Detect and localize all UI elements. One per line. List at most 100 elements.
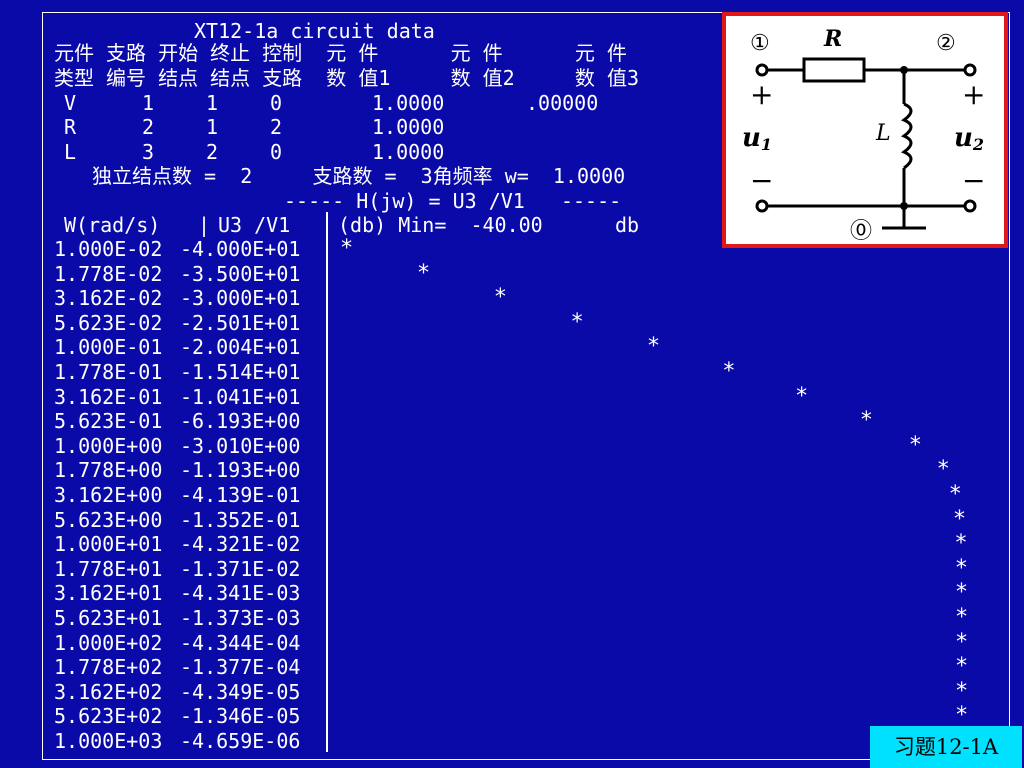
plot-marker: * bbox=[954, 580, 969, 606]
row-w-value: 1.778E+00 bbox=[54, 458, 163, 483]
u1-sub: 1 bbox=[761, 135, 772, 154]
row-h-value: -1.193E+00 bbox=[180, 458, 301, 483]
u2-sub: 2 bbox=[972, 135, 984, 154]
plot-marker: * bbox=[954, 531, 968, 557]
resistor-label: R bbox=[823, 26, 842, 52]
row-w-value: 3.162E+01 bbox=[54, 581, 163, 606]
hdr-ctrl: 控制 bbox=[262, 41, 303, 65]
branches-value: 3 bbox=[420, 164, 433, 188]
hdr-branch: 支路 bbox=[106, 41, 147, 65]
plot-marker: * bbox=[954, 703, 969, 729]
row-h-value: -4.659E-06 bbox=[180, 729, 301, 753]
element-start: 1 bbox=[206, 115, 219, 139]
plot-marker: * bbox=[952, 506, 967, 532]
plot-marker: * bbox=[340, 236, 354, 261]
plot-marker: * bbox=[936, 457, 950, 483]
u2-plus: + bbox=[962, 78, 985, 111]
row-h-value: -4.344E-04 bbox=[180, 630, 301, 655]
u2-letter: u bbox=[954, 123, 973, 153]
row-w-value: 3.162E-02 bbox=[54, 286, 163, 311]
element-branch: 1 bbox=[142, 91, 155, 115]
branches-label: 支路数 = bbox=[312, 164, 397, 188]
element-type-l: L bbox=[64, 140, 77, 164]
row-h-value: -4.341E-03 bbox=[180, 581, 301, 606]
hdr-start2: 结点 bbox=[158, 66, 199, 90]
u2-minus: − bbox=[962, 164, 985, 197]
plot-marker: * bbox=[646, 334, 661, 360]
hdr-branch2: 编号 bbox=[106, 66, 147, 90]
row-w-value: 5.623E-01 bbox=[54, 409, 163, 434]
plot-marker: * bbox=[954, 629, 969, 655]
hdr-val2: 数 值2 bbox=[450, 66, 515, 90]
hdr-end2: 结点 bbox=[210, 66, 251, 90]
element-branch: 3 bbox=[142, 140, 155, 164]
row-h-value: -3.000E+01 bbox=[180, 286, 301, 311]
hdr-ctrl2: 支路 bbox=[262, 66, 303, 90]
inductor-label: L bbox=[875, 121, 891, 146]
summary-line: 独立结点数 = 2 支路数 = 3角频率 w= 1.0000 bbox=[92, 164, 625, 188]
node-1-label: ① bbox=[750, 31, 770, 56]
row-w-value: 1.778E-02 bbox=[54, 261, 163, 286]
plot-marker: * bbox=[794, 383, 809, 409]
row-h-value: -4.321E-02 bbox=[180, 532, 301, 557]
transfer-function: ----- H(jw) = U3 /V1 ----- bbox=[284, 189, 622, 213]
row-w-value: 5.623E+02 bbox=[54, 704, 163, 729]
row-h-value: -6.193E+00 bbox=[180, 409, 301, 434]
plot-marker: * bbox=[948, 482, 962, 507]
hdr-start: 开始 bbox=[158, 41, 199, 65]
hdr-el3: 元 件 bbox=[574, 41, 627, 65]
hdr-type: 元件 bbox=[54, 41, 94, 65]
plot-marker: * bbox=[954, 654, 969, 680]
hdr-type2: 类型 bbox=[54, 66, 94, 90]
row-w-value: 5.623E+00 bbox=[54, 507, 163, 532]
row-w-value: 1.778E+01 bbox=[54, 556, 163, 581]
row-w-value: 5.623E+01 bbox=[54, 606, 163, 630]
plot-marker: * bbox=[954, 678, 969, 704]
row-h-value: -1.352E-01 bbox=[180, 507, 301, 532]
row-w-value: 1.000E+02 bbox=[54, 630, 163, 655]
element-value1: 1.0000 bbox=[372, 91, 445, 115]
row-h-value: -1.377E-04 bbox=[180, 655, 301, 680]
row-w-value: 3.162E+02 bbox=[54, 679, 163, 704]
col-header-db: (db) Min= -40.00 db bbox=[338, 213, 640, 237]
element-type-r: R bbox=[64, 115, 77, 139]
freq-label: 角频率 w= bbox=[432, 164, 529, 188]
element-type-v: V bbox=[64, 91, 77, 115]
row-h-value: -1.346E-05 bbox=[180, 704, 301, 729]
col-header-h: U3 /V1 bbox=[218, 213, 291, 237]
nodes-label: 独立结点数 = bbox=[92, 164, 217, 188]
element-branch: 2 bbox=[142, 115, 155, 139]
col-header-bar: | bbox=[198, 213, 211, 237]
row-h-value: -3.500E+01 bbox=[180, 261, 301, 286]
header-row-1: 元件 支路 开始 终止 控制 元 件 元 件 元 件 bbox=[54, 41, 627, 65]
hdr-el1: 元 件 bbox=[326, 41, 379, 65]
plot-marker: * bbox=[954, 605, 969, 630]
data-title: XT12-1a circuit data bbox=[194, 19, 435, 43]
circuit-svg: ① ② ⓪ R L + + − − u1 u2 bbox=[742, 26, 985, 244]
row-w-value: 1.778E+02 bbox=[54, 655, 163, 680]
row-h-value: -2.501E+01 bbox=[180, 310, 301, 335]
row-w-value: 1.778E-01 bbox=[54, 360, 163, 384]
row-h-value: -4.349E-05 bbox=[180, 679, 301, 704]
u1-plus: + bbox=[750, 78, 773, 111]
row-w-value: 3.162E-01 bbox=[54, 384, 163, 409]
u2-label: u2 bbox=[954, 123, 984, 154]
row-h-value: -1.514E+01 bbox=[180, 360, 301, 384]
row-h-value: -1.373E-03 bbox=[180, 606, 301, 630]
row-h-value: -3.010E+00 bbox=[180, 433, 301, 458]
nodes-value: 2 bbox=[240, 164, 253, 188]
row-w-value: 1.000E-01 bbox=[54, 335, 163, 360]
header-row-2: 类型 编号 结点 结点 支路 数 值1 数 值2 数 值3 bbox=[54, 66, 639, 90]
u1-label: u1 bbox=[742, 123, 772, 154]
hdr-el2: 元 件 bbox=[450, 41, 503, 65]
plot-marker: * bbox=[493, 285, 507, 311]
plot-marker: * bbox=[416, 260, 431, 286]
plot-axis bbox=[326, 212, 328, 752]
freq-value: 1.0000 bbox=[552, 164, 626, 188]
plot-marker: * bbox=[722, 359, 736, 384]
element-value1: 1.0000 bbox=[372, 115, 445, 139]
element-value2: .00000 bbox=[526, 91, 599, 115]
element-end: 0 bbox=[270, 140, 283, 164]
hdr-val1: 数 值1 bbox=[326, 66, 391, 90]
row-h-value: -1.371E-02 bbox=[180, 556, 301, 581]
